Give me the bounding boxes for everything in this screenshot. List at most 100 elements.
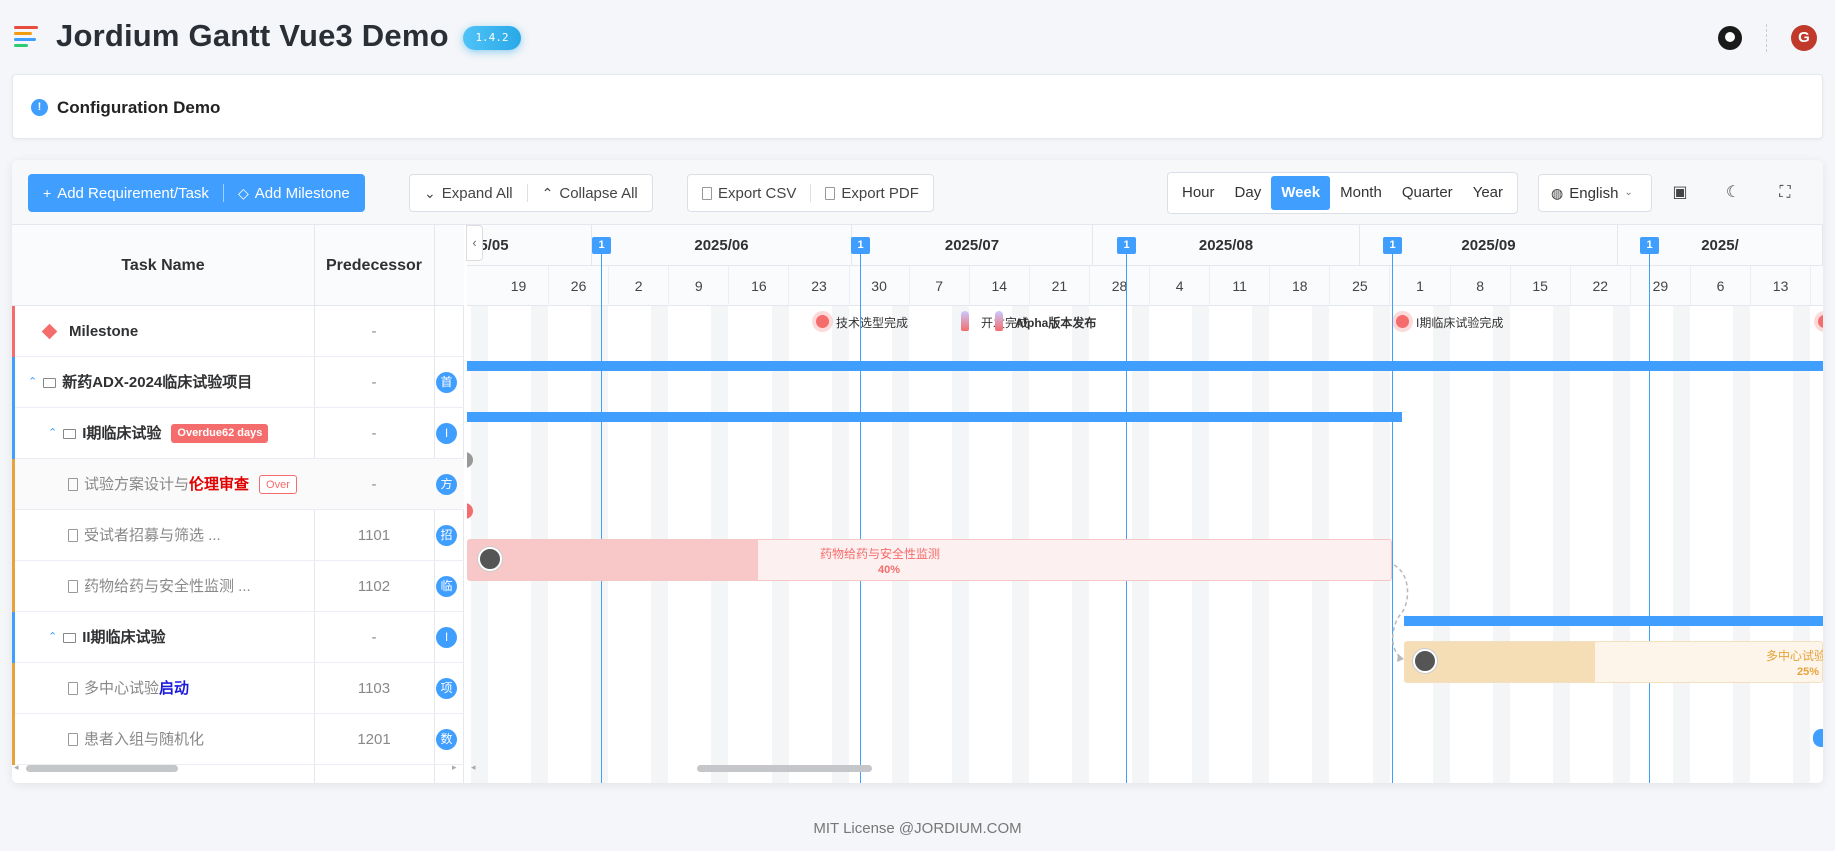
folder-icon	[63, 428, 77, 439]
file-icon	[68, 733, 78, 746]
week-label: 22	[1571, 266, 1631, 306]
milestone-marker[interactable]	[1396, 315, 1409, 328]
chevron-up-icon[interactable]: ⌃	[48, 612, 57, 663]
scroll-left-icon[interactable]: ◂	[14, 762, 19, 773]
baseline-flag[interactable]: 1	[851, 237, 870, 254]
language-select[interactable]: ◍ English ⌄	[1538, 174, 1652, 212]
rocket-icon[interactable]	[995, 311, 1003, 331]
week-label: 11	[1210, 266, 1271, 306]
assignee-badge: 首	[436, 372, 457, 393]
week-label: 16	[729, 266, 790, 306]
moon-icon[interactable]: ☾	[1724, 184, 1742, 202]
milestone-label: 技术选型完成	[836, 316, 909, 330]
avatar	[478, 547, 502, 571]
col-task-name[interactable]: Task Name	[12, 225, 314, 306]
assignee-badge: I	[436, 423, 457, 444]
row-indicator	[12, 459, 15, 510]
chart-scrollbar[interactable]	[697, 765, 872, 772]
weekend-stripe	[1552, 306, 1570, 783]
table-row[interactable]: ⌃ I期临床试验 Overdue62 days - I	[12, 408, 464, 459]
task-name: Milestone	[69, 323, 139, 340]
task-name: 试验方案设计与	[84, 476, 190, 493]
table-row[interactable]: 受试者招募与筛选 ... 1101 招	[12, 510, 464, 561]
predecessor-cell: 1101	[357, 527, 391, 544]
table-row[interactable]: ⌃ 新药ADX-2024临床试验项目 - 首	[12, 357, 464, 408]
scale-week-button[interactable]: Week	[1271, 176, 1331, 210]
project-bar[interactable]	[467, 361, 1823, 371]
chevron-down-icon: ⌄	[1624, 187, 1633, 198]
plus-icon: +	[43, 185, 52, 201]
phase-bar[interactable]	[1404, 616, 1823, 626]
assignee-badge: I	[436, 627, 457, 648]
collapse-all-button[interactable]: ⌃ Collapse All	[528, 175, 652, 211]
scale-month-button[interactable]: Month	[1330, 176, 1392, 210]
row-indicator	[12, 357, 15, 408]
task-name-highlight: 伦理审查	[189, 476, 250, 493]
week-label: 8	[1451, 266, 1511, 306]
predecessor-cell: -	[371, 476, 377, 493]
grid-scrollbar[interactable]	[26, 765, 178, 772]
table-row[interactable]: ⌃ II期临床试验 - I	[12, 612, 464, 663]
config-panel[interactable]: ! Configuration Demo	[12, 74, 1823, 139]
milestone-marker[interactable]	[816, 315, 829, 328]
export-pdf-button[interactable]: Export PDF	[811, 175, 933, 211]
week-label: 15	[1511, 266, 1571, 306]
week-label: 1	[1391, 266, 1451, 306]
baseline-flag[interactable]: 1	[1640, 237, 1659, 254]
task-bar[interactable]	[1404, 641, 1823, 683]
row-indicator	[12, 408, 15, 459]
chevron-up-icon[interactable]: ⌃	[48, 408, 57, 459]
scroll-right-icon[interactable]: ▸	[452, 762, 457, 773]
gitee-icon[interactable]: G	[1791, 25, 1817, 51]
scale-day-button[interactable]: Day	[1225, 176, 1272, 210]
milestone-marker[interactable]	[1818, 315, 1823, 328]
table-row[interactable]: 试验方案设计与 伦理审查 Over - 方	[12, 459, 464, 510]
chevron-up-icon[interactable]: ⌃	[28, 357, 37, 408]
baseline-flag[interactable]: 1	[592, 237, 611, 254]
file-icon	[68, 580, 78, 593]
timeline-header: 25/05 2025/06 2025/07 2025/08 2025/09 2025/19…	[467, 225, 1823, 306]
chevron-down-icon: ⌄	[424, 185, 436, 201]
baseline-flag[interactable]: 1	[1383, 237, 1402, 254]
assignee-badge: 数	[436, 729, 457, 750]
row-indicator	[12, 714, 15, 765]
export-csv-button[interactable]: Export CSV	[688, 175, 810, 211]
collapse-grid-button[interactable]: ‹	[466, 225, 483, 261]
gantt-panel: + Add Requirement/Task ◇ Add Milestone ⌄ Ex…	[12, 160, 1823, 783]
task-name-cell: Milestone	[36, 306, 138, 357]
row-indicator	[12, 306, 15, 357]
task-name: 患者入组与随机化	[84, 731, 205, 748]
calendar-icon[interactable]: ▣	[1671, 184, 1689, 202]
add-milestone-button[interactable]: ◇ Add Milestone	[224, 175, 364, 211]
app-title: Jordium Gantt Vue3 Demo	[56, 18, 449, 53]
baseline-line	[1649, 242, 1650, 783]
table-row[interactable]: Milestone -	[12, 306, 464, 357]
fullscreen-icon[interactable]: ⛶	[1776, 184, 1794, 202]
rocket-icon[interactable]	[961, 311, 969, 331]
phase-bar[interactable]	[467, 412, 1402, 422]
table-row[interactable]: 药物给药与安全性监测 ... 1102 临	[12, 561, 464, 612]
gantt-chart: 25/05 2025/06 2025/07 2025/08 2025/09 2025/19…	[467, 225, 1823, 783]
col-predecessor[interactable]: Predecessor	[314, 225, 434, 306]
gantt-toolbar: + Add Requirement/Task ◇ Add Milestone ⌄ Ex…	[12, 160, 1823, 225]
table-row[interactable]: 多中心试验 启动 1103 项	[12, 663, 464, 714]
scale-quarter-button[interactable]: Quarter	[1392, 176, 1463, 210]
baseline-line	[601, 242, 602, 783]
week-label: 4	[1150, 266, 1211, 306]
table-row[interactable]: 患者入组与随机化 1201 数	[12, 714, 464, 765]
scale-year-button[interactable]: Year	[1463, 176, 1513, 210]
milestone-label: I期临床试验完成	[1416, 316, 1504, 330]
baseline-flag[interactable]: 1	[1117, 237, 1136, 254]
expand-all-button[interactable]: ⌄ Expand All	[410, 175, 527, 211]
diamond-icon	[41, 323, 58, 340]
file-icon	[68, 682, 78, 695]
scroll-left-icon[interactable]: ◂	[471, 762, 476, 773]
scale-hour-button[interactable]: Hour	[1172, 176, 1225, 210]
logo-icon	[14, 26, 42, 50]
task-grid: Task Name Predecessor Milestone - ⌃ 新药ADX-2…	[12, 225, 464, 783]
predecessor-cell: 1103	[357, 680, 391, 697]
github-icon[interactable]	[1718, 26, 1742, 50]
task-bar-edge[interactable]	[1813, 729, 1823, 747]
add-task-button[interactable]: + Add Requirement/Task	[29, 175, 223, 211]
month-label: 2025/07	[852, 225, 1093, 266]
